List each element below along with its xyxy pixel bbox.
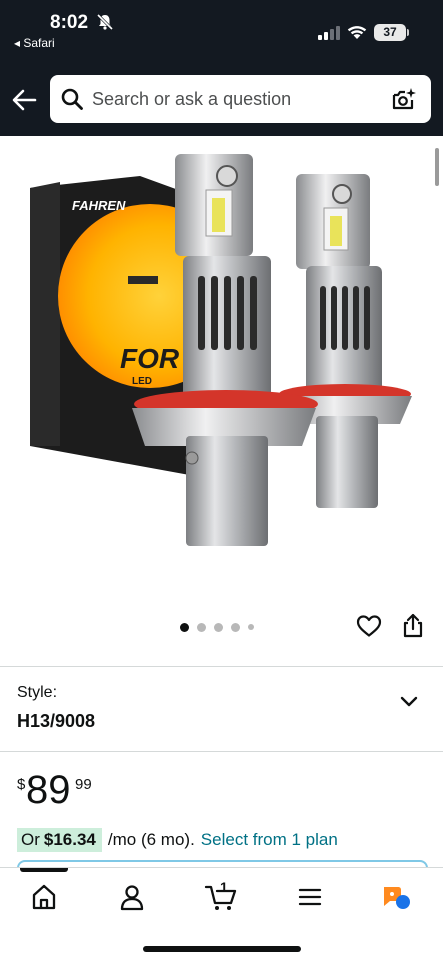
search-icon [61,88,83,110]
search-bar[interactable] [50,75,431,123]
search-input[interactable] [92,75,382,123]
active-tab-indicator [20,868,68,872]
price-whole: 89 [26,768,71,812]
rufus-icon[interactable] [381,882,413,912]
select-plan-link[interactable]: Select from 1 plan [201,830,338,850]
product-image[interactable]: FAHREN FOR LED [20,146,428,556]
pagination-dot[interactable] [197,622,206,632]
box-brand-text: FAHREN [72,198,126,213]
box-led-text: LED [132,376,152,387]
product-gallery[interactable]: FAHREN FOR LED [0,136,443,666]
battery-tip [407,29,409,36]
gallery-scrollbar[interactable] [435,148,439,186]
plan-term: /mo (6 mo). [107,830,195,849]
bottom-tab-bar: 1 [0,867,443,960]
header-bar: 8:02 ◂ Safari 37 [0,0,443,136]
status-time: 8:02 [50,12,89,33]
chevron-down-icon[interactable] [400,695,418,709]
style-label: Style: [17,684,58,701]
home-icon[interactable] [29,882,59,912]
pagination-dot[interactable] [180,622,189,632]
camera-search-icon[interactable] [391,86,417,112]
divider [0,751,443,752]
pagination-dot[interactable] [214,622,223,632]
cart-count-badge: 1 [220,879,228,895]
cellular-signal-icon [318,26,340,40]
account-icon[interactable] [117,882,147,912]
led-bulb-right [279,174,412,508]
plan-prefix: Or [17,828,44,852]
share-icon[interactable] [401,612,425,638]
silent-bell-icon [96,13,114,31]
pagination-dot[interactable] [248,624,254,630]
battery-indicator: 37 [374,24,406,41]
plan-amount: $16.34 [43,828,102,852]
price-fraction: 99 [75,776,92,793]
menu-icon[interactable] [295,882,325,912]
box-product-text: FOR [120,343,180,374]
price-symbol: $ [17,776,26,793]
back-to-safari-link[interactable]: ◂ Safari [14,36,55,50]
heart-icon[interactable] [356,614,382,638]
installment-plan: Or $16.34 /mo (6 mo). Select from 1 plan [17,828,338,852]
back-arrow-icon[interactable] [10,86,40,114]
image-pagination-dots[interactable] [180,622,254,632]
style-selector[interactable]: Style: H13/9008 [0,667,443,751]
wifi-icon [347,26,367,39]
style-value: H13/9008 [17,711,96,731]
home-indicator [143,946,301,952]
pagination-dot[interactable] [231,622,240,632]
